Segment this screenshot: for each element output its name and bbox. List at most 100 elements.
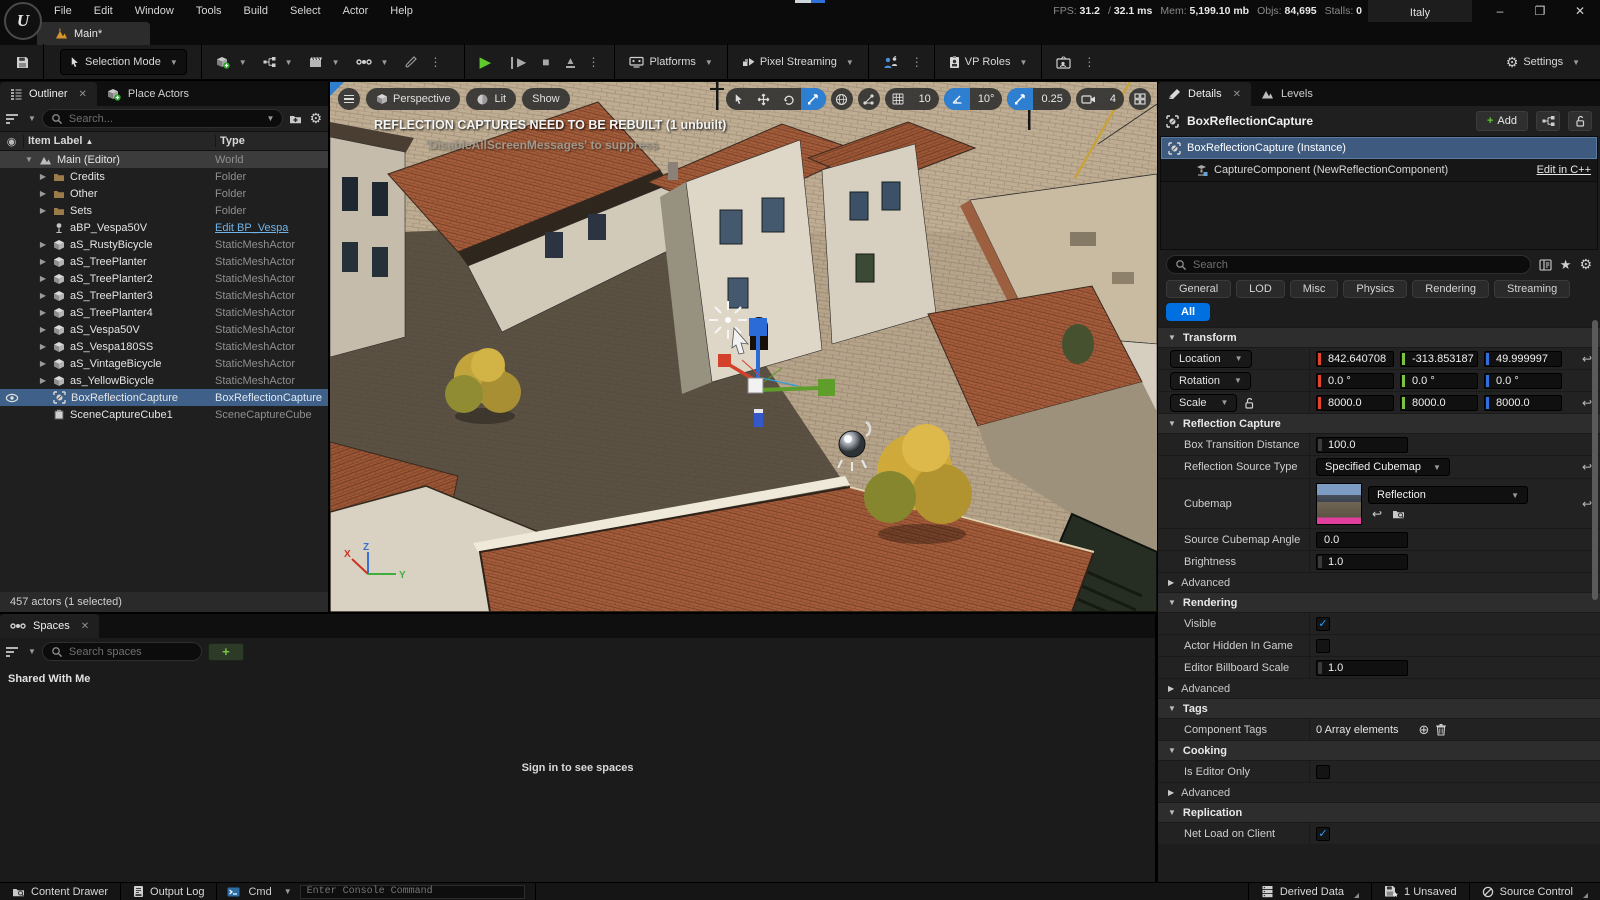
minimize-button[interactable]: – (1480, 0, 1520, 22)
outliner-row-SceneCaptureCube1[interactable]: SceneCaptureCube1SceneCaptureCube (0, 406, 328, 423)
scale-x-field[interactable]: 8000.0 (1316, 395, 1394, 411)
source-type-dropdown[interactable]: Specified Cubemap▼ (1316, 458, 1450, 476)
expander-icon[interactable]: ▶ (38, 189, 48, 198)
menu-tools[interactable]: Tools (196, 5, 222, 17)
revert-icon[interactable]: ↩ (1582, 352, 1592, 366)
advanced-expander[interactable]: ▶Advanced (1158, 782, 1600, 802)
browse-to-asset-icon[interactable] (1392, 507, 1405, 521)
outliner-row-aS_TreePlanter3[interactable]: ▶aS_TreePlanter3StaticMeshActor (0, 287, 328, 304)
category-pill-rendering[interactable]: Rendering (1412, 280, 1489, 298)
section-reflection-capture[interactable]: ▼Reflection Capture (1158, 413, 1600, 433)
component-row-capture[interactable]: CaptureComponent (NewReflectionComponent… (1161, 159, 1597, 181)
output-log-button[interactable]: Output Log (121, 883, 217, 900)
blueprints-dropdown[interactable]: ▼ (255, 49, 301, 75)
display-options-icon[interactable] (1539, 259, 1552, 271)
use-selected-asset-icon[interactable]: ↩ (1372, 507, 1382, 521)
cmd-dropdown[interactable]: Cmd (248, 886, 271, 898)
collaboration-button[interactable] (875, 49, 907, 75)
close-icon[interactable]: ✕ (81, 621, 89, 632)
scale-tool-icon[interactable] (801, 88, 826, 110)
expander-icon[interactable]: ▶ (38, 240, 48, 249)
actor-hidden-checkbox[interactable] (1316, 639, 1330, 653)
section-rendering[interactable]: ▼Rendering (1158, 592, 1600, 612)
outliner-row-Sets[interactable]: ▶SetsFolder (0, 202, 328, 219)
camera-speed-control[interactable]: 4 (1076, 88, 1124, 110)
spaces-filter-icon[interactable] (6, 645, 18, 659)
category-pill-physics[interactable]: Physics (1343, 280, 1407, 298)
section-replication[interactable]: ▼Replication (1158, 802, 1600, 822)
maximize-button[interactable]: ❐ (1520, 0, 1560, 22)
outliner-settings-icon[interactable]: ⚙ (309, 110, 322, 127)
section-cooking[interactable]: ▼Cooking (1158, 740, 1600, 760)
cinematics-dropdown[interactable]: ▼ (301, 49, 348, 75)
category-pill-all[interactable]: All (1166, 303, 1210, 321)
location-y-field[interactable]: -313.853187 (1400, 351, 1478, 367)
unlock-icon[interactable] (1568, 111, 1592, 131)
level-viewport[interactable]: Z X Y Perspective Lit Show REFLECTION CA… (330, 82, 1157, 612)
box-transition-field[interactable]: 100.0 (1316, 437, 1408, 453)
is-editor-only-checkbox[interactable] (1316, 765, 1330, 779)
edit-blueprint-link[interactable]: Edit BP_Vespa (215, 222, 288, 234)
show-dropdown[interactable]: Show (522, 88, 570, 110)
virtual-camera-dots[interactable]: ⋮ (1079, 55, 1100, 69)
menu-select[interactable]: Select (290, 5, 321, 17)
outliner-row-aS_TreePlanter[interactable]: ▶aS_TreePlanterStaticMeshActor (0, 253, 328, 270)
outliner-row-as_YellowBicycle[interactable]: ▶as_YellowBicycleStaticMeshActor (0, 372, 328, 389)
cubemap-thumbnail[interactable] (1316, 483, 1362, 525)
advanced-expander[interactable]: ▶Advanced (1158, 572, 1600, 592)
outliner-row-aBP_Vespa50V[interactable]: aBP_Vespa50VEdit BP_Vespa (0, 219, 328, 236)
add-element-icon[interactable]: ⊕ (1419, 722, 1430, 738)
rotation-y-field[interactable]: 0.0 ° (1400, 373, 1478, 389)
visibility-eye-icon[interactable] (0, 393, 24, 403)
expander-icon[interactable]: ▶ (38, 291, 48, 300)
revert-icon[interactable]: ↩ (1582, 460, 1592, 474)
play-button[interactable]: ▶ (471, 49, 499, 75)
content-drawer-button[interactable]: Content Drawer (0, 883, 121, 900)
expander-icon[interactable]: ▶ (38, 308, 48, 317)
add-actor-dropdown[interactable]: ▼ (208, 49, 255, 75)
derived-data-button[interactable]: Derived Data (1248, 883, 1372, 900)
tab-outliner[interactable]: Outliner ✕ (0, 82, 97, 106)
blueprint-convert-icon[interactable] (1536, 111, 1560, 131)
expander-icon[interactable]: ▶ (38, 172, 48, 181)
collaboration-dots[interactable]: ⋮ (907, 55, 928, 69)
outliner-row-aS_Vespa50V[interactable]: ▶aS_Vespa50VStaticMeshActor (0, 321, 328, 338)
expander-icon[interactable]: ▶ (38, 206, 48, 215)
section-transform[interactable]: ▼Transform (1158, 327, 1600, 347)
landscape-tool-button[interactable] (396, 49, 425, 75)
location-dropdown[interactable]: Location▼ (1170, 350, 1252, 368)
expander-icon[interactable]: ▶ (38, 274, 48, 283)
stop-button[interactable]: ■ (534, 49, 557, 75)
scale-dropdown[interactable]: Scale▼ (1170, 394, 1237, 412)
expander-icon[interactable]: ▶ (38, 257, 48, 266)
outliner-row-aS_TreePlanter2[interactable]: ▶aS_TreePlanter2StaticMeshActor (0, 270, 328, 287)
eye-column-icon[interactable]: ◉ (0, 135, 24, 148)
menu-actor[interactable]: Actor (343, 5, 369, 17)
grid-snap-control[interactable]: 10 (885, 88, 939, 110)
tab-details[interactable]: Details✕ (1158, 82, 1251, 106)
outliner-row-Credits[interactable]: ▶CreditsFolder (0, 168, 328, 185)
eject-button[interactable]: ▲ (558, 49, 584, 75)
category-pill-misc[interactable]: Misc (1290, 280, 1339, 298)
trash-icon[interactable] (1435, 723, 1447, 736)
expander-icon[interactable]: ▼ (24, 155, 34, 164)
scale-snap-control[interactable]: 0.25 (1007, 88, 1070, 110)
selection-mode-dropdown[interactable]: Selection Mode ▼ (60, 49, 187, 75)
advanced-expander[interactable]: ▶Advanced (1158, 678, 1600, 698)
outliner-row-Other[interactable]: ▶OtherFolder (0, 185, 328, 202)
outliner-row-BoxReflectionCapture[interactable]: BoxReflectionCaptureBoxReflectionCapture (0, 389, 328, 406)
menu-edit[interactable]: Edit (94, 5, 113, 17)
add-space-button[interactable]: + (208, 643, 244, 661)
tab-levels[interactable]: Levels (1251, 82, 1323, 106)
source-control-button[interactable]: Source Control (1470, 883, 1600, 900)
add-component-button[interactable]: +Add (1476, 111, 1528, 131)
filter-icon[interactable] (6, 112, 18, 126)
close-icon[interactable]: ✕ (1233, 89, 1241, 100)
pixel-streaming-dropdown[interactable]: Pixel Streaming▼ (734, 49, 862, 75)
billboard-scale-field[interactable]: 1.0 (1316, 660, 1408, 676)
cubemap-asset-dropdown[interactable]: Reflection▼ (1368, 486, 1528, 504)
cubemap-angle-field[interactable]: 0.0 (1316, 532, 1408, 548)
world-local-toggle-icon[interactable] (831, 88, 853, 110)
brightness-field[interactable]: 1.0 (1316, 554, 1408, 570)
unsaved-button[interactable]: 1 Unsaved (1372, 883, 1470, 900)
